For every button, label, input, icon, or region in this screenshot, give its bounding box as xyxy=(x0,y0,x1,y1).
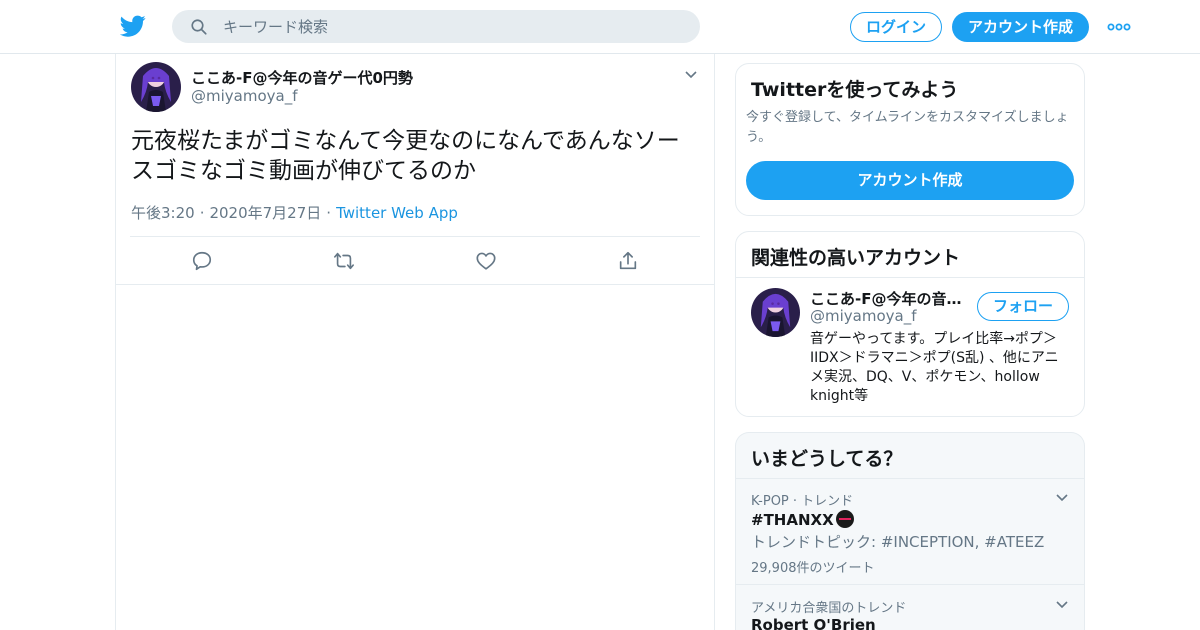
trend-context: アメリカ合衆国のトレンド xyxy=(751,601,907,616)
create-account-button[interactable]: アカウント作成 xyxy=(746,161,1074,200)
tweet-source-link[interactable]: Twitter Web App xyxy=(336,204,458,222)
top-navigation-bar: キーワード検索 ログイン アカウント作成 xyxy=(0,0,1200,54)
tweet-text: 元夜桜たまがゴミなんて今更なのになんであんなソースゴミなゴミ動画が伸びてるのか xyxy=(131,128,680,184)
retweet-icon[interactable] xyxy=(333,250,355,272)
avatar[interactable] xyxy=(751,288,800,337)
card-title: いまどうしてる？ xyxy=(751,448,903,470)
separator-dot: · xyxy=(326,204,332,222)
card-title: Twitterを使ってみよう xyxy=(751,79,959,101)
chevron-down-icon[interactable] xyxy=(683,67,699,83)
signup-prompt-card: Twitterを使ってみよう 今すぐ登録して、タイムラインをカスタマイズしましょ… xyxy=(735,63,1085,216)
divider xyxy=(736,584,1084,585)
like-icon[interactable] xyxy=(475,250,497,272)
follow-button[interactable]: フォロー xyxy=(977,292,1069,321)
card-description: 今すぐ登録して、タイムラインをカスタマイズしましょう。 xyxy=(746,110,1069,145)
avatar-image-icon xyxy=(751,288,800,337)
search-box[interactable]: キーワード検索 xyxy=(172,10,700,43)
signup-button[interactable]: アカウント作成 xyxy=(952,12,1089,42)
login-button[interactable]: ログイン xyxy=(850,12,942,42)
trend-context: K-POP · トレンド xyxy=(751,494,854,509)
chevron-down-icon[interactable] xyxy=(1054,490,1070,506)
tweet-author-name[interactable]: ここあ-F@今年の音ゲー代0円勢 xyxy=(191,67,413,88)
tweet-action-bar xyxy=(116,237,714,285)
account-handle[interactable]: @miyamoya_f xyxy=(810,307,917,325)
avatar-image-icon xyxy=(131,62,181,112)
more-options-icon[interactable] xyxy=(1107,18,1131,36)
search-input-placeholder[interactable]: キーワード検索 xyxy=(223,18,328,36)
trends-card: いまどうしてる？ K-POP · トレンド #THANXX トレンドトピック: … xyxy=(735,432,1085,630)
hashflag-icon xyxy=(835,510,854,528)
avatar[interactable] xyxy=(131,62,181,112)
card-title: 関連性の高いアカウント xyxy=(751,247,961,269)
account-bio: 音ゲーやってます。プレイ比率→ポプ＞IIDX＞ドラマニ＞ポプ(S乱) 、他にアニ… xyxy=(810,331,1059,404)
account-name[interactable]: ここあ-F@今年の音ゲー代0円勢 xyxy=(810,288,970,309)
trend-tweet-count: 29,908件のツイート xyxy=(751,561,875,576)
related-accounts-card: 関連性の高いアカウント ここあ-F@今年の音ゲー代0円勢 @miyamoya_f… xyxy=(735,231,1085,417)
share-icon[interactable] xyxy=(617,250,639,272)
reply-icon[interactable] xyxy=(191,250,213,272)
separator-dot: · xyxy=(199,204,205,222)
twitter-bird-logo-icon[interactable] xyxy=(120,13,146,39)
tweet-time[interactable]: 午後3:20 xyxy=(131,204,195,222)
tweet-metadata: 午後3:20 · 2020年7月27日 · Twitter Web App xyxy=(131,202,458,223)
divider xyxy=(736,277,1084,278)
chevron-down-icon[interactable] xyxy=(1054,597,1070,613)
trend-item-thanxx[interactable]: #THANXX xyxy=(751,510,854,529)
tweet-author-handle[interactable]: @miyamoya_f xyxy=(191,87,298,105)
search-icon xyxy=(191,19,207,35)
tweet-detail: ここあ-F@今年の音ゲー代0円勢 @miyamoya_f 元夜桜たまがゴミなんて… xyxy=(115,54,715,630)
trend-name[interactable]: Robert O'Brien xyxy=(751,616,876,630)
divider xyxy=(736,478,1084,479)
trend-topics[interactable]: トレンドトピック: #INCEPTION, #ATEEZ xyxy=(751,531,1044,552)
tweet-date[interactable]: 2020年7月27日 xyxy=(209,204,321,222)
trend-name[interactable]: #THANXX xyxy=(751,511,834,529)
